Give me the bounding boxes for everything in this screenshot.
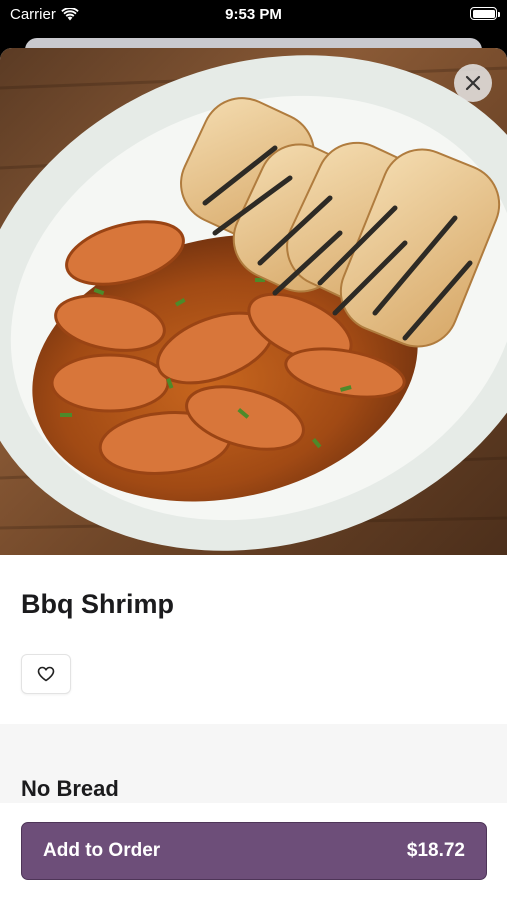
battery-icon xyxy=(470,7,500,20)
favorite-button[interactable] xyxy=(21,654,71,694)
status-time: 9:53 PM xyxy=(225,6,282,23)
item-detail-sheet: Bbq Shrimp No Bread Add to Order $18.72 xyxy=(0,48,507,900)
status-bar: Carrier 9:53 PM xyxy=(0,0,507,30)
add-to-order-button[interactable]: Add to Order $18.72 xyxy=(21,822,487,880)
bottom-bar: Add to Order $18.72 xyxy=(0,803,507,900)
close-button[interactable] xyxy=(454,64,492,102)
item-photo xyxy=(0,48,507,555)
close-icon xyxy=(465,75,481,91)
heart-icon xyxy=(37,666,55,682)
shrimp-dish-illustration xyxy=(0,55,507,551)
item-title: Bbq Shrimp xyxy=(21,589,174,619)
option-group-title: No Bread xyxy=(21,776,119,801)
order-price: $18.72 xyxy=(406,840,465,861)
add-to-order-label: Add to Order xyxy=(43,840,161,861)
